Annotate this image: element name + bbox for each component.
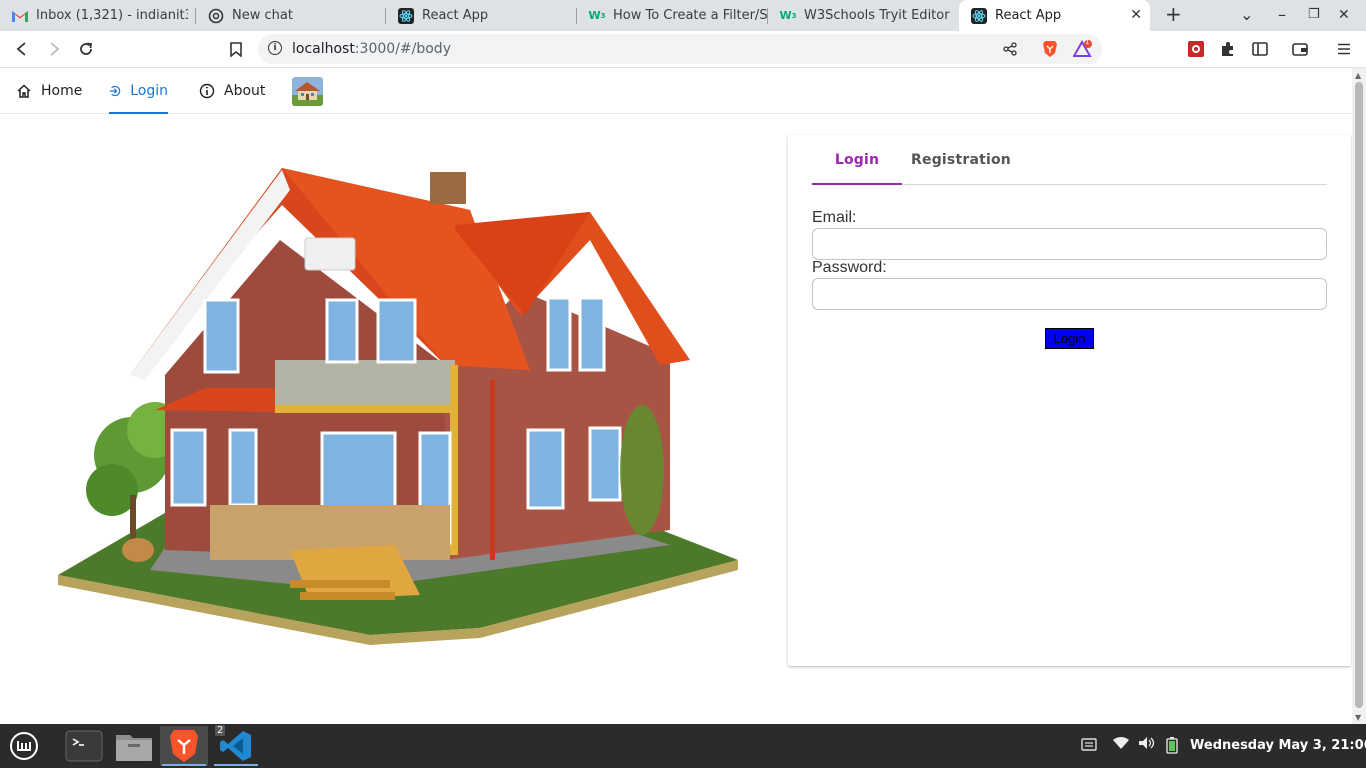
brave-shields-icon[interactable] [1040,39,1060,59]
vscode-window-count: 2 [215,725,226,736]
tab-search-chevron-icon[interactable]: ⌄ [1240,5,1253,24]
browser-tab-react-app[interactable]: React App [386,0,577,31]
nav-home-label: Home [41,83,83,99]
system-clock[interactable]: Wednesday May 3, 21:06 [1190,738,1366,753]
auth-tabs: Login Registration [812,135,1327,185]
browser-tab-tryit-editor[interactable]: W3 W3Schools Tryit Editor [768,0,959,31]
brave-icon[interactable] [160,726,208,766]
house-illustration [50,150,750,650]
react-icon [971,7,987,24]
browser-tab-react-app-active[interactable]: React App ✕ [959,0,1150,31]
nav-login-label: Login [130,83,168,99]
tab-registration[interactable]: Registration [902,135,1020,184]
os-taskbar: 2 Wednesday May 3, 21:06 [0,724,1366,768]
close-window-icon[interactable]: ✕ [1338,7,1350,23]
scroll-down-arrow-icon[interactable]: ▼ [1355,713,1361,722]
extension-red-icon[interactable] [1186,39,1206,59]
w3schools-icon: W3 [779,9,797,22]
reload-icon[interactable] [76,39,96,59]
url-path: :3000/#/body [354,41,451,57]
mint-menu-icon[interactable] [0,726,48,766]
tab-title: W3Schools Tryit Editor [804,8,950,23]
email-field[interactable] [812,228,1327,260]
wallet-icon[interactable] [1290,39,1310,59]
home-icon [17,84,31,98]
extensions-puzzle-icon[interactable] [1218,39,1238,59]
share-icon[interactable] [1000,39,1020,59]
sidebar-icon[interactable] [1250,39,1270,59]
password-field[interactable] [812,278,1327,310]
files-icon[interactable] [110,726,158,766]
tab-title: Inbox (1,321) - indianit321@ [36,8,188,23]
login-icon [109,85,121,97]
tab-title: New chat [232,8,293,23]
site-info-icon[interactable]: i [268,41,282,55]
battery-icon[interactable] [1166,736,1178,758]
browser-toolbar: i localhost:3000/#/body 1 [0,31,1366,68]
login-card: Login Registration Email: Password: Logi… [788,135,1351,666]
browser-tab-gmail[interactable]: Inbox (1,321) - indianit321@ [0,0,196,31]
browser-tab-strip: Inbox (1,321) - indianit321@ New chat Re… [0,0,1366,31]
menu-hamburger-icon[interactable] [1334,39,1354,59]
nav-about-label: About [224,83,266,99]
bookmark-icon[interactable] [226,39,246,59]
wifi-icon[interactable] [1112,736,1130,754]
address-url[interactable]: localhost:3000/#/body [292,41,451,57]
rewards-badge: 1 [1085,38,1090,46]
nav-login[interactable]: Login [109,68,168,114]
forward-icon[interactable] [44,39,64,59]
gmail-icon [12,8,28,24]
tray-network-drive-icon[interactable] [1080,736,1098,756]
brave-rewards-icon[interactable]: 1 [1073,38,1093,59]
info-icon [199,83,215,99]
maximize-window-icon[interactable]: ❐ [1308,7,1320,22]
url-host: localhost [292,41,355,57]
volume-icon[interactable] [1138,736,1156,754]
password-label: Password: [812,259,887,276]
tab-title: React App [422,8,489,23]
chatgpt-icon [208,8,224,24]
new-tab-icon[interactable]: + [1165,2,1182,26]
nav-home[interactable]: Home [16,68,82,114]
tab-login[interactable]: Login [812,135,902,185]
minimize-window-icon[interactable]: – [1278,5,1286,24]
address-bar[interactable]: i localhost:3000/#/body 1 [258,34,1102,64]
tab-title: React App [995,8,1062,23]
email-label: Email: [812,209,857,226]
house-thumbnail-logo[interactable] [292,77,323,106]
nav-about[interactable]: About [199,68,265,114]
close-tab-icon[interactable]: ✕ [1130,7,1142,23]
app-navbar: Home Login About [0,68,1352,114]
page-scrollbar[interactable]: ▲ ▼ [1352,68,1366,724]
terminal-icon[interactable] [60,726,108,766]
react-icon [398,7,414,24]
tab-title: How To Create a Filter/Se [613,8,767,23]
scroll-up-arrow-icon[interactable]: ▲ [1355,71,1361,80]
scrollbar-thumb[interactable] [1355,82,1363,708]
w3schools-icon: W3 [588,9,606,22]
back-icon[interactable] [12,39,32,59]
login-submit-button[interactable]: Login [1045,328,1094,349]
browser-tab-filter-search[interactable]: W3 How To Create a Filter/Se [577,0,768,31]
browser-tab-new-chat[interactable]: New chat [196,0,386,31]
